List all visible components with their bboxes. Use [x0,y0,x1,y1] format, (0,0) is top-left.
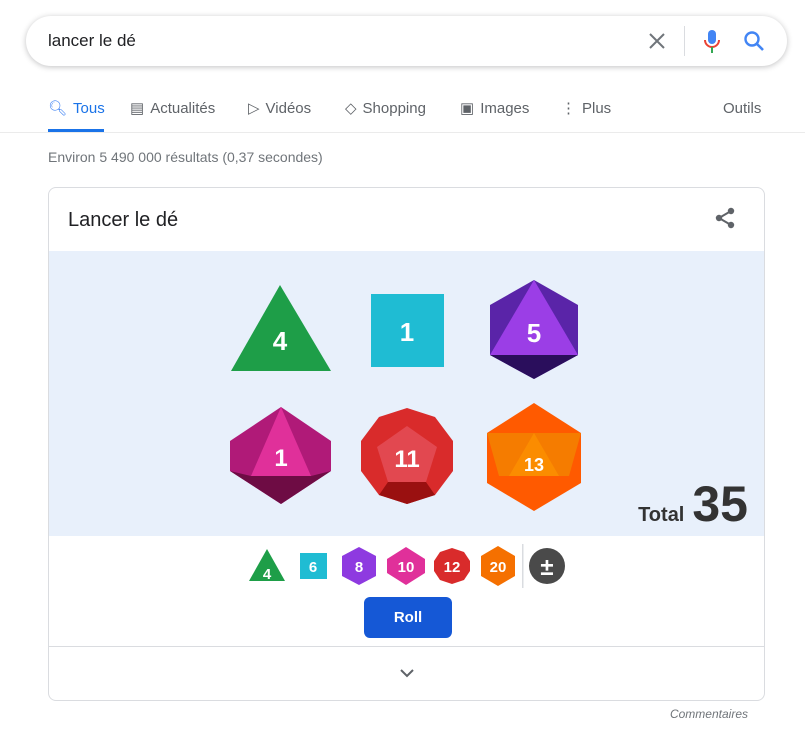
video-icon: ▷ [248,100,260,117]
d8-chip[interactable]: 8 [342,547,376,585]
divider [49,646,764,647]
tab-videos[interactable]: ▷ Vidéos [248,98,311,118]
news-icon: ▤ [130,100,145,117]
modifier-button[interactable]: ± [529,548,565,584]
d10-chip[interactable]: 10 [387,547,425,585]
svg-text:±: ± [540,554,553,581]
search-box[interactable] [26,16,787,66]
d4-chip[interactable]: 4 [249,549,285,583]
search-input[interactable] [48,16,608,66]
microphone-icon[interactable] [702,29,722,55]
tab-images[interactable]: ▣ Images [460,98,529,118]
card-title: Lancer le dé [68,209,179,231]
feedback-link[interactable]: Commentaires [670,707,748,721]
svg-text:11: 11 [394,446,419,473]
svg-text:12: 12 [444,559,461,576]
divider [0,132,805,133]
svg-text:1: 1 [400,317,414,347]
d8-result: 5 [490,280,578,379]
d12-result: 11 [361,408,453,504]
clear-icon[interactable] [648,32,666,50]
svg-text:8: 8 [355,559,363,576]
svg-text:6: 6 [309,559,317,576]
dice-roller-card: Lancer le dé 4 1 5 1 11 13 Total 35 4 6 8… [48,187,765,701]
share-icon[interactable] [713,206,737,230]
tab-shopping[interactable]: ◇ Shopping [345,98,426,118]
svg-text:5: 5 [527,318,541,348]
d6-result: 1 [371,294,444,367]
d6-chip[interactable]: 6 [300,553,327,579]
image-icon: ▣ [460,100,475,117]
d20-result: 13 [487,403,581,511]
dice-chips: 4 6 8 10 12 20 ± [249,544,565,588]
svg-text:4: 4 [263,566,272,583]
d20-chip[interactable]: 20 [481,546,515,586]
tools-button[interactable]: Outils [723,98,761,118]
search-icon[interactable] [743,30,765,52]
roll-button[interactable]: Roll [364,597,452,638]
d10-result: 1 [230,407,331,504]
more-vert-icon: ⋮ [561,100,576,117]
svg-text:20: 20 [490,559,507,576]
svg-text:1: 1 [274,445,287,472]
dice-stage: 4 1 5 1 11 13 Total 35 [49,251,764,536]
svg-text:13: 13 [524,455,544,475]
d4-result: 4 [231,285,331,371]
svg-text:4: 4 [273,326,288,356]
tab-plus[interactable]: ⋮ Plus [561,98,611,118]
tab-actualites[interactable]: ▤ Actualités [130,98,215,118]
tab-tous[interactable]: 🔍︎ Tous [48,98,105,118]
search-icon: 🔍︎ [48,100,68,117]
tag-icon: ◇ [345,100,357,117]
total-value: 35 [692,476,748,532]
d12-chip[interactable]: 12 [434,548,470,584]
chevron-down-icon[interactable] [399,667,415,679]
result-stats: Environ 5 490 000 résultats (0,37 second… [48,149,323,165]
svg-text:10: 10 [398,559,415,576]
total-display: Total 35 [638,476,748,532]
